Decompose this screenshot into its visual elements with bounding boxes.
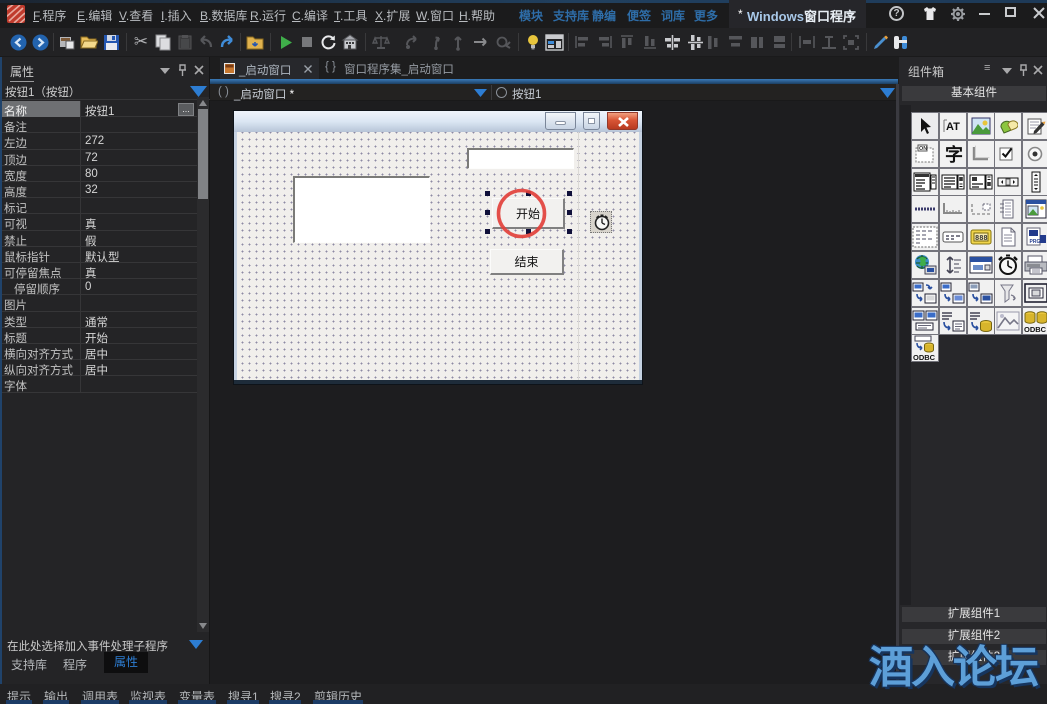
svg-text:ODBC: ODBC <box>913 353 936 361</box>
svg-text:字: 字 <box>945 144 963 164</box>
svg-text:ON: ON <box>919 146 927 152</box>
svg-text:AT: AT <box>946 121 960 133</box>
svg-text:PRG: PRG <box>1030 239 1041 245</box>
svg-text:ODBC: ODBC <box>1024 325 1047 333</box>
svg-text:888: 888 <box>975 235 988 243</box>
